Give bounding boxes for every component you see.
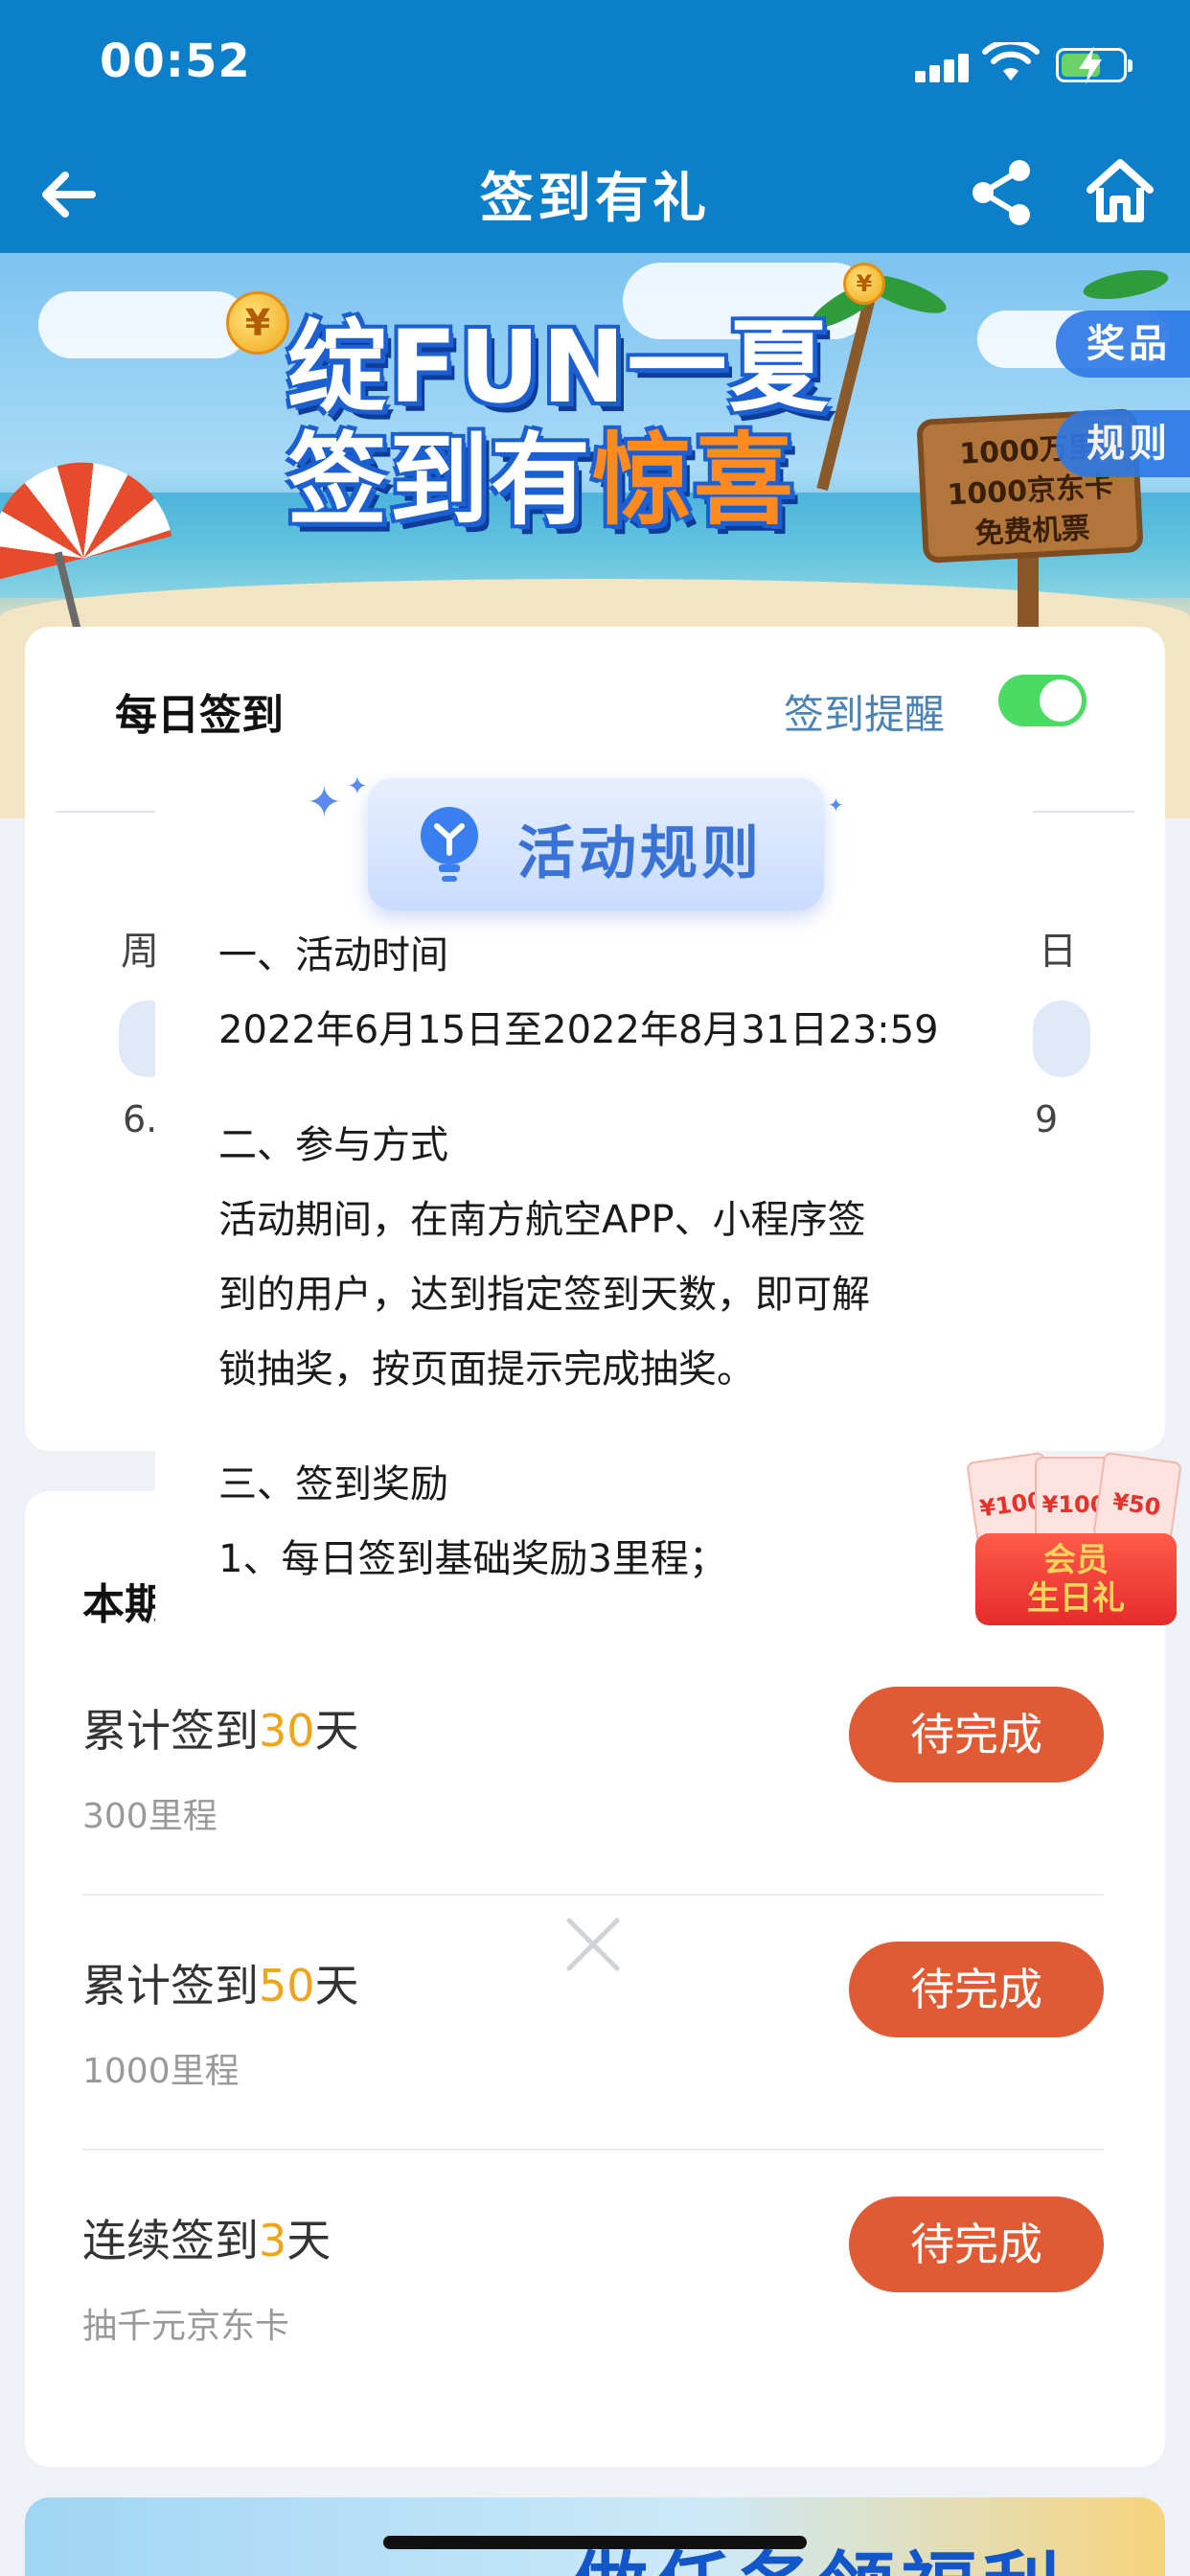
day-marker[interactable] <box>1033 1000 1090 1077</box>
task-prefix: 累计签到 <box>82 1705 259 1757</box>
task-row: 连续签到3天 抽千元京东卡 待完成 <box>82 2150 1104 2405</box>
headline-line2-b: 惊喜 <box>592 422 796 539</box>
rules-modal-title: 活动规则 <box>517 820 763 887</box>
weekday-label: 周 <box>121 930 159 974</box>
rules-content: 一、活动时间 2022年6月15日至2022年8月31日23:59 二、参与方式… <box>218 918 966 1597</box>
share-icon[interactable] <box>968 157 1035 228</box>
coin-icon: ¥ <box>226 291 289 355</box>
date-label: 9 <box>1035 1098 1059 1140</box>
cloud <box>38 291 249 358</box>
task-status-button[interactable]: 待完成 <box>849 2196 1104 2292</box>
task-title: 连续签到3天 <box>82 2206 331 2269</box>
task-status-button[interactable]: 待完成 <box>849 1942 1104 2037</box>
headline-line1: 绽FUN一夏 <box>287 309 831 426</box>
weekday-label: 日 <box>1039 930 1077 974</box>
task-suffix: 天 <box>314 1960 359 2012</box>
signal-icon <box>915 54 969 82</box>
home-indicator[interactable] <box>383 2536 807 2549</box>
bottom-banner-title: 做任务领福利 <box>571 2526 1065 2576</box>
sparkle-icon: ✦ <box>307 778 342 827</box>
nav-bar: 签到有礼 <box>0 134 1190 253</box>
birthday-line1: 会员 <box>1043 1541 1109 1579</box>
rules-heading-method: 二、参与方式 <box>218 1123 448 1167</box>
task-suffix: 天 <box>286 2215 332 2266</box>
task-days: 30 <box>259 1705 315 1757</box>
lightbulb-icon <box>421 807 478 882</box>
task-reward: 300里程 <box>82 1797 217 1836</box>
task-row: 累计签到30天 300里程 待完成 <box>82 1641 1104 1896</box>
rules-text: 1、每日签到基础奖励3里程； <box>218 1537 727 1581</box>
rules-modal: 一、活动时间 2022年6月15日至2022年8月31日23:59 二、参与方式… <box>155 805 1033 1629</box>
task-days: 50 <box>259 1960 315 2012</box>
rules-text: 到的用户，达到指定签到天数，即可解 <box>218 1273 870 1317</box>
headline-line2: 签到有惊喜 <box>287 424 831 537</box>
rules-text: 活动期间，在南方航空APP、小程序签 <box>218 1198 866 1242</box>
sparkle-icon: ✦ <box>347 772 368 801</box>
task-suffix: 天 <box>314 1705 359 1757</box>
coin-icon: ¥ <box>843 263 885 305</box>
banner-headline: 绽FUN一夏 签到有惊喜 <box>287 310 831 537</box>
status-time: 00:52 <box>100 34 251 88</box>
charging-bolt-icon <box>1079 46 1102 84</box>
rules-heading-time: 一、活动时间 <box>218 933 448 978</box>
tasks-card: 本期 累计签到30天 300里程 待完成 累计签到50天 1000里程 待完成 … <box>25 1491 1165 2467</box>
daily-checkin-title: 每日签到 <box>115 691 284 740</box>
task-reward: 1000里程 <box>82 2052 240 2091</box>
headline-line2-a: 签到有 <box>287 422 593 539</box>
rules-heading-rewards: 三、签到奖励 <box>218 1462 448 1506</box>
prizes-tab[interactable]: 奖品 <box>1056 310 1190 378</box>
task-reward: 抽千元京东卡 <box>82 2307 290 2346</box>
task-days: 3 <box>259 2215 287 2266</box>
reminder-label: 签到提醒 <box>784 691 946 738</box>
rules-modal-header: 活动规则 <box>368 778 824 910</box>
task-prefix: 连续签到 <box>82 2215 259 2266</box>
task-title: 累计签到50天 <box>82 1951 359 2014</box>
member-birthday-badge[interactable]: ¥100 ¥100 ¥50 会员 生日礼 <box>966 1451 1182 1625</box>
rules-tab[interactable]: 规则 <box>1056 410 1190 477</box>
wifi-icon <box>982 42 1040 80</box>
palm-leaf <box>1081 264 1171 305</box>
reminder-toggle[interactable] <box>998 675 1087 726</box>
status-bar: 00:52 <box>0 0 1190 134</box>
period-title: 本期 <box>82 1580 167 1629</box>
rules-text: 锁抽奖，按页面提示完成抽奖。 <box>218 1347 755 1392</box>
task-prefix: 累计签到 <box>82 1960 259 2012</box>
rules-text: 2022年6月15日至2022年8月31日23:59 <box>218 1008 939 1052</box>
close-icon[interactable] <box>560 1911 627 1978</box>
date-label: 6. <box>123 1098 158 1140</box>
birthday-line2: 生日礼 <box>1027 1579 1125 1618</box>
gift-box: 会员 生日礼 <box>975 1533 1177 1625</box>
task-status-button[interactable]: 待完成 <box>849 1687 1104 1782</box>
sparkle-icon: ✦ <box>828 794 844 816</box>
home-icon[interactable] <box>1085 155 1156 226</box>
task-title: 累计签到30天 <box>82 1696 359 1760</box>
